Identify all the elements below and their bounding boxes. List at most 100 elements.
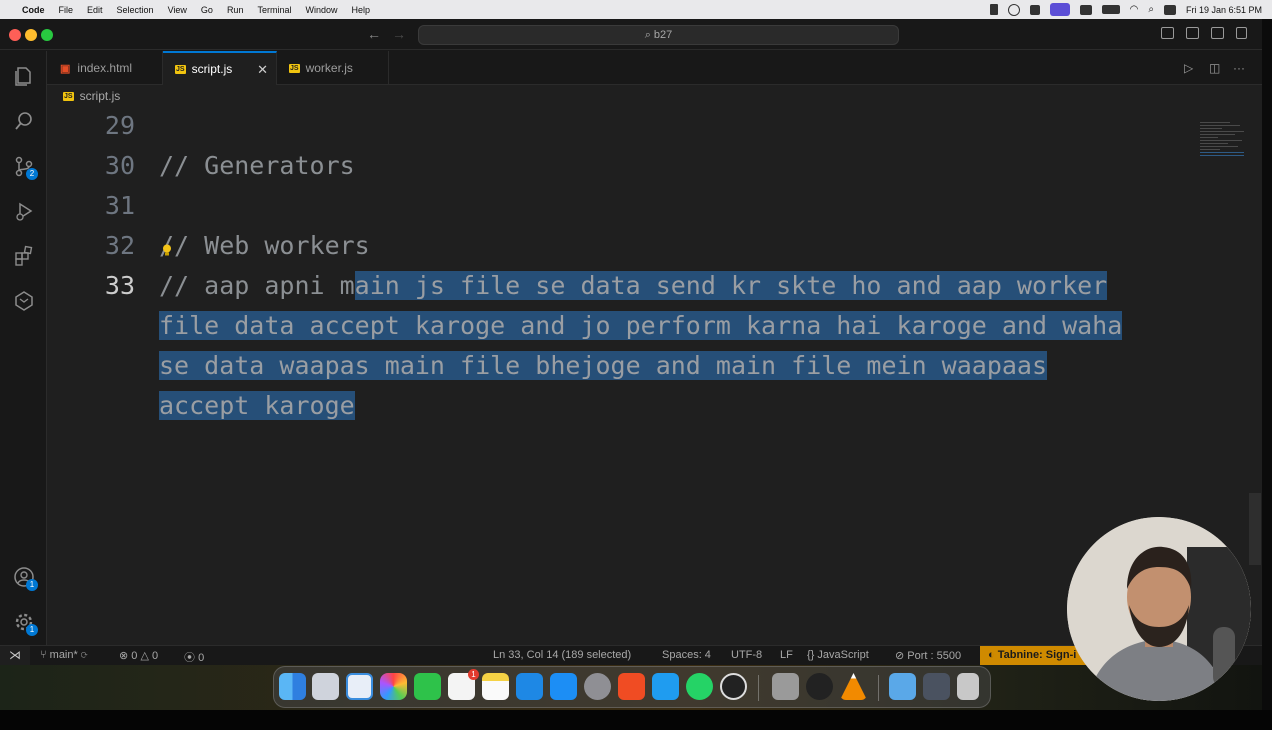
tab-worker-js[interactable]: JS worker.js [277, 51, 389, 85]
lightbulb-icon[interactable] [162, 244, 172, 257]
more-actions-icon[interactable]: ··· [1233, 61, 1245, 75]
encoding-status[interactable]: UTF-8 [731, 649, 762, 661]
notes-icon[interactable] [482, 673, 509, 700]
line-number-current: 33 [104, 271, 135, 300]
dock-separator [878, 675, 879, 701]
menu-help[interactable]: Help [351, 5, 370, 15]
menu-run[interactable]: Run [227, 5, 244, 15]
status-circle-icon[interactable] [1007, 3, 1020, 16]
tab-script-js[interactable]: JS script.js ✕ [163, 51, 277, 85]
accounts-icon[interactable]: 1 [11, 564, 38, 591]
reminders-icon[interactable]: 1 [448, 669, 479, 700]
close-icon[interactable]: ✕ [257, 62, 268, 78]
zoom-window-button[interactable] [41, 29, 53, 41]
menu-view[interactable]: View [168, 5, 187, 15]
menu-app-name[interactable]: Code [22, 5, 45, 15]
tabnine-status[interactable]: ◐ Tabnine: Sign-i [980, 646, 1090, 665]
spotlight-search-icon[interactable]: ⌕ [1148, 4, 1154, 15]
toggle-primary-sidebar-icon[interactable] [1161, 27, 1174, 39]
menu-clock[interactable]: Fri 19 Jan 6:51 PM [1186, 5, 1262, 15]
macos-menu-bar: Code File Edit Selection View Go Run Ter… [0, 0, 1272, 19]
forward-arrow-icon[interactable]: → [392, 26, 406, 42]
whatsapp-icon[interactable] [686, 673, 713, 700]
workspace-name: b27 [653, 29, 673, 41]
port-label: Port : 5500 [907, 650, 962, 662]
menu-go[interactable]: Go [201, 5, 213, 15]
minimize-window-button[interactable] [25, 29, 37, 41]
branch-status[interactable]: ⑂ main* ⟳ [40, 649, 87, 661]
split-editor-icon[interactable]: ◫ [1209, 61, 1220, 75]
vlc-icon[interactable] [840, 673, 867, 700]
customize-layout-icon[interactable] [1236, 27, 1247, 39]
run-file-icon[interactable]: ▷ [1184, 61, 1193, 75]
vertical-scrollbar[interactable] [1249, 493, 1261, 565]
eol-status[interactable]: LF [780, 649, 793, 661]
status-app-icon[interactable] [1029, 4, 1040, 15]
presenter-video [1067, 517, 1251, 701]
branch-name: main* [49, 649, 78, 661]
launchpad-icon[interactable] [312, 673, 339, 700]
minimap[interactable] [1200, 122, 1246, 182]
obs-icon[interactable] [806, 673, 833, 700]
tab-label: index.html [77, 61, 133, 75]
control-center-icon[interactable] [1163, 4, 1176, 15]
settings-icon[interactable] [584, 673, 611, 700]
settings-badge: 1 [26, 624, 38, 636]
extensions-icon[interactable] [11, 243, 36, 268]
tab-label: worker.js [305, 61, 353, 75]
wifi-icon[interactable]: ◠ [1130, 4, 1139, 15]
js-file-icon: JS [175, 64, 186, 74]
brave-icon[interactable] [618, 673, 645, 700]
keyboard-icon[interactable] [1079, 4, 1092, 15]
command-center-search[interactable]: ⌕ b27 [418, 25, 899, 45]
remote-indicator-icon[interactable]: ⋊ [0, 646, 30, 665]
ports-status[interactable]: ⦿ 0 [184, 649, 204, 665]
warning-count: 0 [151, 650, 159, 662]
bag-icon[interactable] [989, 4, 998, 15]
pen-icon[interactable] [720, 673, 747, 700]
trash-icon[interactable] [957, 673, 979, 700]
html-file-icon: ▣ [60, 62, 71, 75]
indentation-status[interactable]: Spaces: 4 [662, 649, 711, 661]
close-window-button[interactable] [9, 29, 21, 41]
menu-terminal[interactable]: Terminal [257, 5, 291, 15]
run-and-debug-icon[interactable] [11, 198, 36, 223]
dictionary-icon[interactable] [772, 673, 799, 700]
battery-icon[interactable] [1101, 5, 1120, 14]
error-icon: ⊗ [119, 650, 132, 662]
screen-share-icon[interactable] [1049, 3, 1070, 16]
editor-tabs: ▣ index.html JS script.js ✕ JS worker.js… [47, 51, 1262, 85]
app-store-icon[interactable] [550, 673, 577, 700]
menu-window[interactable]: Window [305, 5, 337, 15]
manage-gear-icon[interactable]: 1 [11, 609, 38, 636]
finder-icon[interactable] [279, 673, 306, 700]
search-view-icon[interactable] [11, 108, 36, 133]
problems-status[interactable]: ⊗ 0 △ 0 [119, 649, 158, 662]
port-icon: ⊘ [895, 650, 908, 662]
code-line-wrapped: se data waapas main file bhejoge and mai… [159, 351, 1048, 380]
back-arrow-icon[interactable]: ← [367, 26, 381, 42]
branch-icon: ⑂ [40, 649, 50, 661]
menu-edit[interactable]: Edit [87, 5, 103, 15]
live-server-port[interactable]: ⊘ Port : 5500 [895, 649, 961, 662]
breadcrumb-file[interactable]: script.js [80, 89, 121, 103]
toggle-panel-icon[interactable] [1186, 27, 1199, 39]
language-mode[interactable]: {} JavaScript [807, 649, 869, 661]
menu-file[interactable]: File [59, 5, 74, 15]
cursor-position[interactable]: Ln 33, Col 14 (189 selected) [493, 649, 631, 661]
source-control-icon[interactable]: 2 [11, 153, 38, 180]
keynote-icon[interactable] [516, 673, 543, 700]
screenshot-icon[interactable] [923, 673, 950, 700]
facetime-icon[interactable] [414, 673, 441, 700]
tab-label: script.js [191, 62, 233, 76]
toggle-secondary-sidebar-icon[interactable] [1211, 27, 1224, 39]
remote-explorer-icon[interactable] [11, 288, 36, 313]
tab-index-html[interactable]: ▣ index.html [47, 51, 163, 85]
explorer-icon[interactable] [11, 63, 36, 88]
safari-icon[interactable] [346, 673, 373, 700]
vscode-icon[interactable] [652, 673, 679, 700]
folder-icon[interactable] [889, 673, 916, 700]
photos-icon[interactable] [380, 673, 407, 700]
selected-text: ain js file se data send kr skte ho and … [354, 271, 1108, 300]
menu-selection[interactable]: Selection [117, 5, 154, 15]
